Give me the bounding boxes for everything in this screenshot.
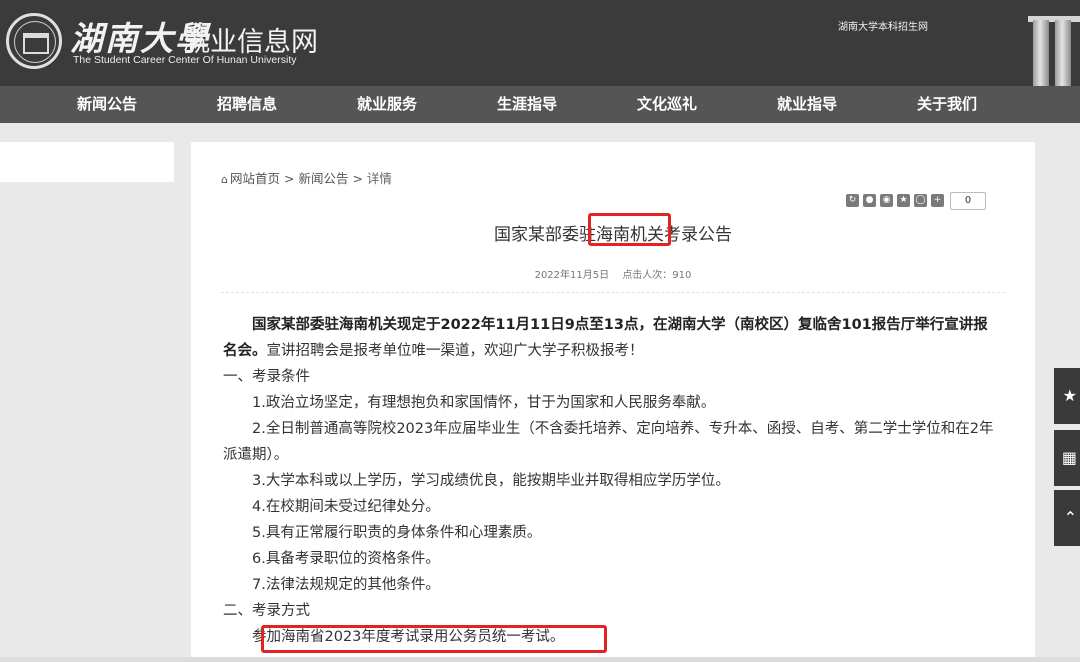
article-views: 点击人次：910 xyxy=(622,270,692,281)
condition-item: 7.法律法规规定的其他条件。 xyxy=(252,577,440,593)
site-header: 湖南大學 就业信息网 The Student Career Center Of … xyxy=(0,0,1080,86)
section-heading: 二、考录方式 xyxy=(223,603,310,619)
back-to-top-button[interactable]: ⌃ xyxy=(1054,490,1080,546)
pillar-decoration-right xyxy=(1055,20,1071,86)
article-panel: ⌂ 网站首页 > 新闻公告 > 详情 ↻ ● ◉ ★ ◯ +0 国家某部委驻海南机关考录公告… xyxy=(191,142,1035,662)
home-icon: ⌂ xyxy=(221,173,228,186)
back-to-top-icon: ⌃ xyxy=(1063,508,1077,527)
qrcode-icon: ▦ xyxy=(1061,448,1077,467)
section-heading: 一、考录条件 xyxy=(223,369,310,385)
highlight-box-title xyxy=(588,213,671,246)
favorite-button[interactable]: ★ xyxy=(1054,368,1080,424)
nav-item-culture[interactable]: 文化巡礼 xyxy=(597,86,737,123)
highlight-box-method xyxy=(261,625,607,653)
nav-item-about[interactable]: 关于我们 xyxy=(877,86,1017,123)
condition-item: 5.具有正常履行职责的身体条件和心理素质。 xyxy=(252,525,542,541)
star-icon[interactable]: ★ xyxy=(897,194,910,207)
condition-item: 6.具备考录职位的资格条件。 xyxy=(252,551,440,567)
breadcrumb-current: 详情 xyxy=(366,171,392,186)
share-icon[interactable]: ↻ xyxy=(846,194,859,207)
condition-item: 2.全日制普通高等院校2023年应届毕业生（不含委托培养、定向培养、专升本、函授… xyxy=(223,421,994,463)
breadcrumb-separator: > xyxy=(283,171,295,186)
star-icon: ★ xyxy=(1062,386,1077,405)
user-icon[interactable]: ● xyxy=(863,194,876,207)
bottom-bar xyxy=(0,657,1080,662)
main-nav: 新闻公告 招聘信息 就业服务 生涯指导 文化巡礼 就业指导 关于我们 xyxy=(0,86,1080,123)
nav-item-recruitment[interactable]: 招聘信息 xyxy=(177,86,317,123)
share-count: 0 xyxy=(950,191,986,210)
admissions-link[interactable]: 湖南大学本科招生网 xyxy=(838,18,928,33)
site-subtitle: The Student Career Center Of Hunan Unive… xyxy=(73,54,297,66)
weibo-icon[interactable]: ◉ xyxy=(880,194,893,207)
lead-paragraph: 国家某部委驻海南机关现定于2022年11月11日9点至13点，在湖南大学（南校区… xyxy=(223,312,997,364)
condition-item: 3.大学本科或以上学历，学习成绩优良，能按期毕业并取得相应学历学位。 xyxy=(252,473,730,489)
share-bar: ↻ ● ◉ ★ ◯ +0 xyxy=(846,190,990,210)
breadcrumb-separator: > xyxy=(352,171,363,186)
sidebar-panel xyxy=(0,142,174,182)
qrcode-button[interactable]: ▦ xyxy=(1054,430,1080,486)
nav-item-employment-service[interactable]: 就业服务 xyxy=(317,86,457,123)
nav-item-career-guidance[interactable]: 生涯指导 xyxy=(457,86,597,123)
breadcrumb-news[interactable]: 新闻公告 xyxy=(298,171,348,186)
pillar-decoration-left xyxy=(1033,20,1049,86)
university-seal-icon[interactable] xyxy=(6,13,62,69)
condition-item: 1.政治立场坚定，有理想抱负和家国情怀，甘于为国家和人民服务奉献。 xyxy=(252,395,716,411)
article-body: 国家某部委驻海南机关现定于2022年11月11日9点至13点，在湖南大学（南校区… xyxy=(223,312,997,650)
qzone-icon[interactable]: ◯ xyxy=(914,194,927,207)
breadcrumb: ⌂ 网站首页 > 新闻公告 > 详情 xyxy=(221,168,392,187)
article-date: 2022年11月5日 xyxy=(534,270,610,281)
lead-text: 宣讲招聘会是报考单位唯一渠道，欢迎广大学子积极报考！ xyxy=(266,343,644,359)
nav-item-employment-guidance[interactable]: 就业指导 xyxy=(737,86,877,123)
divider xyxy=(221,292,1005,293)
breadcrumb-home[interactable]: 网站首页 xyxy=(230,171,280,186)
nav-item-news[interactable]: 新闻公告 xyxy=(37,86,177,123)
article-meta: 2022年11月5日 点击人次：910 xyxy=(191,266,1035,281)
plus-icon[interactable]: + xyxy=(931,194,944,207)
condition-item: 4.在校期间未受过纪律处分。 xyxy=(252,499,440,515)
